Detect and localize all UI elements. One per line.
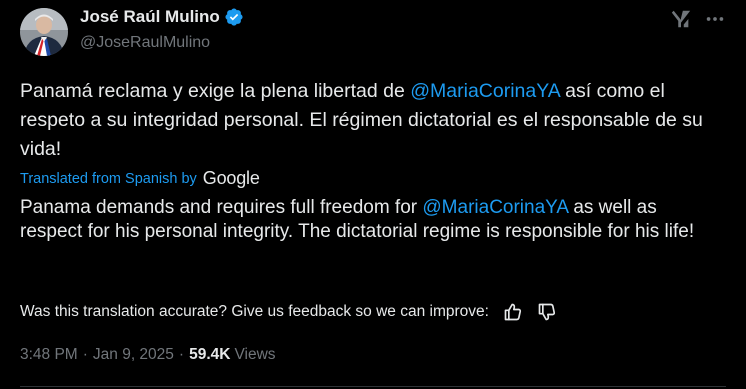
- verified-badge-icon[interactable]: [224, 7, 244, 27]
- meta-separator: ·: [178, 346, 185, 363]
- google-logo: Google: [202, 168, 260, 188]
- post-translated-text: Panama demands and requires full freedom…: [20, 196, 720, 244]
- feedback-prompt: Was this translation accurate? Give us f…: [20, 303, 489, 320]
- author-avatar[interactable]: [20, 8, 68, 56]
- translation-feedback: Was this translation accurate? Give us f…: [20, 300, 559, 324]
- post-time-link[interactable]: 3:48 PM: [20, 346, 78, 364]
- author-name-row: José Raúl Mulino: [80, 7, 244, 27]
- meta-separator: ·: [82, 346, 88, 363]
- translated-text-part: Panama demands and requires full freedom…: [20, 197, 423, 218]
- thumb-up-icon[interactable]: [501, 300, 525, 324]
- author-handle[interactable]: @JoseRaulMulino: [80, 34, 210, 52]
- original-text-part: Panamá reclama y exige la plena libertad…: [20, 80, 411, 102]
- original-mention-link[interactable]: @MariaCorinaYA: [410, 80, 560, 102]
- post-meta: 3:48 PM · Jan 9, 2025 · 59.4K Views: [20, 346, 276, 364]
- post-original-text: Panamá reclama y exige la plena libertad…: [20, 77, 720, 164]
- views-label: Views: [234, 346, 276, 363]
- translated-from-link[interactable]: Translated from Spanish by: [20, 171, 197, 187]
- translated-mention-link[interactable]: @MariaCorinaYA: [422, 197, 568, 218]
- more-horizontal-icon[interactable]: [702, 6, 728, 32]
- bottom-divider: [20, 386, 726, 387]
- post-date-link[interactable]: Jan 9, 2025: [93, 346, 174, 364]
- author-display-name[interactable]: José Raúl Mulino: [80, 7, 220, 27]
- translation-attribution: Translated from Spanish by Google: [20, 168, 260, 189]
- thumb-down-icon[interactable]: [535, 300, 559, 324]
- grok-slash-icon[interactable]: [668, 6, 694, 32]
- views-count: 59.4K: [189, 346, 231, 363]
